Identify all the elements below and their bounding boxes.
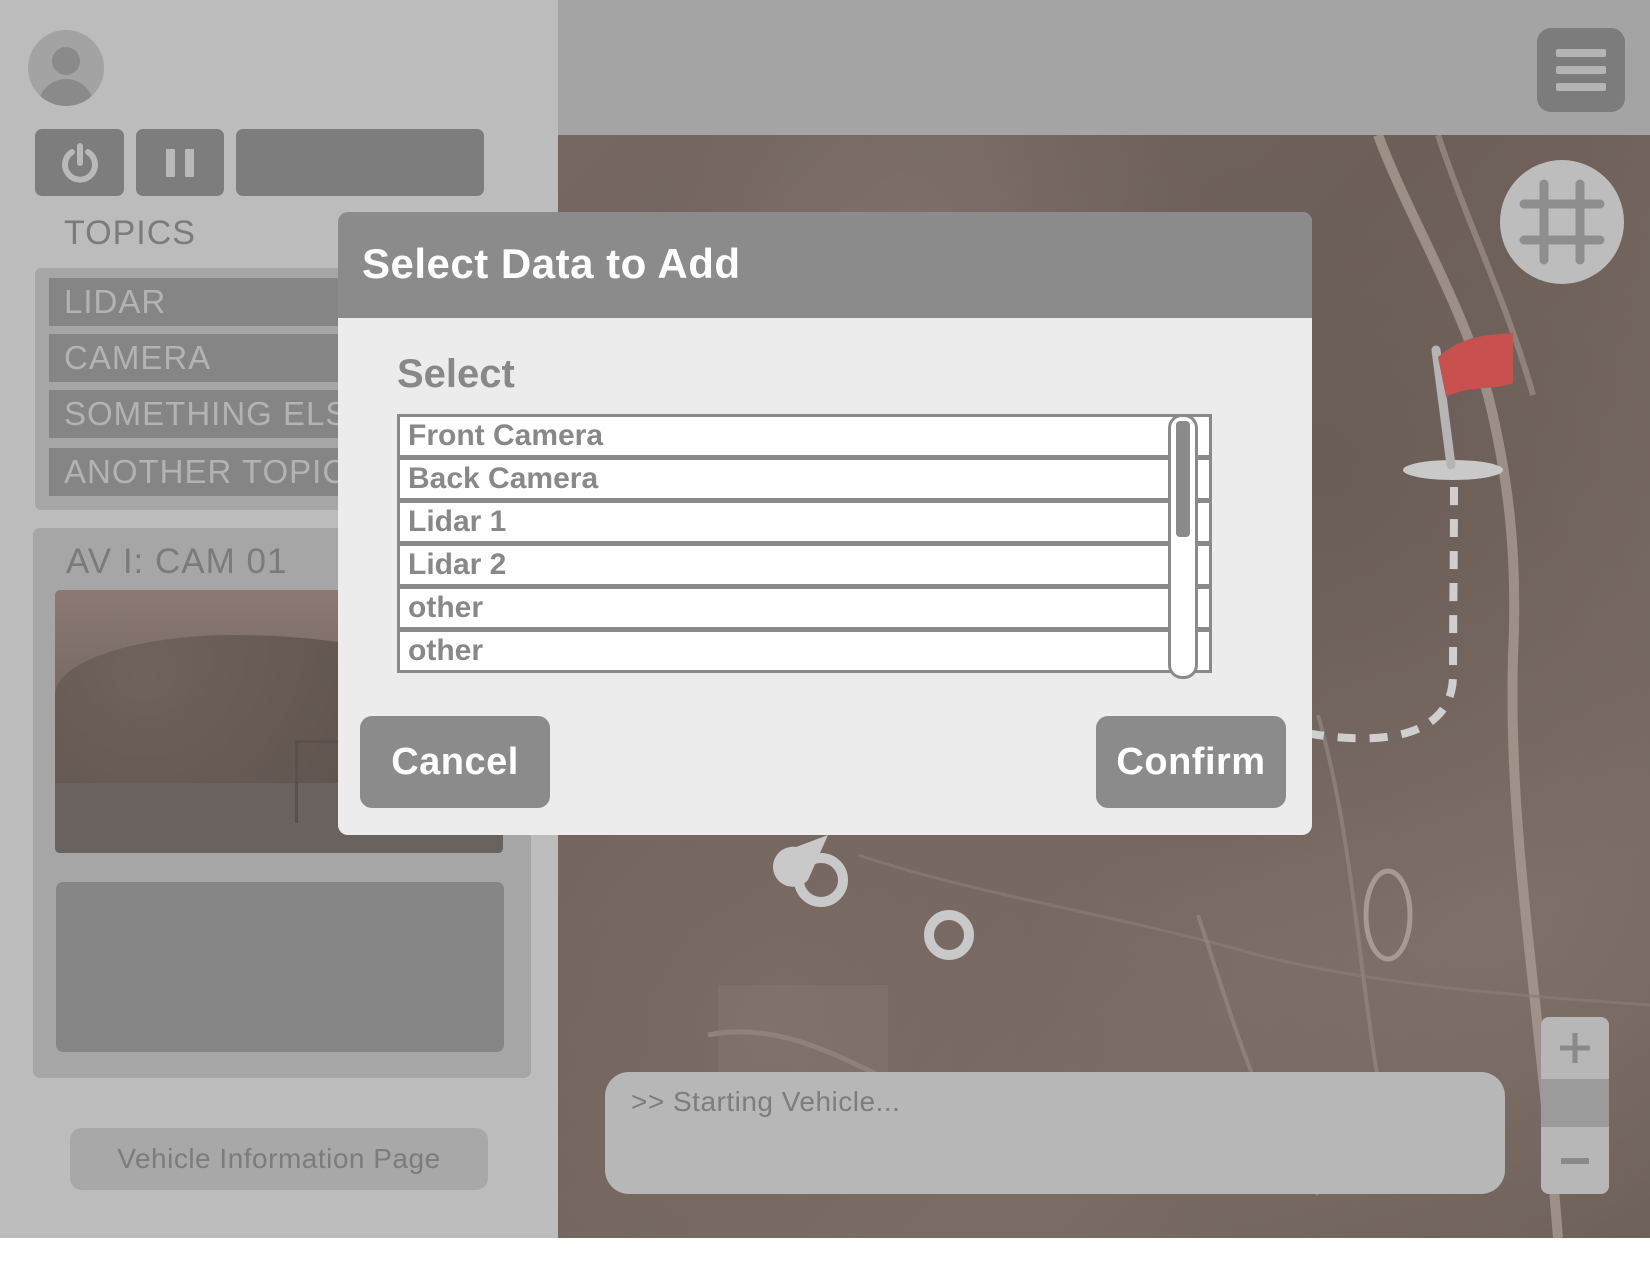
console-log-panel: >> Starting Vehicle... (605, 1072, 1505, 1194)
pause-icon (161, 148, 199, 177)
hamburger-menu-icon (1556, 49, 1606, 91)
dialog-header: Select Data to Add (338, 212, 1312, 318)
option-lidar-2[interactable]: Lidar 2 (397, 543, 1212, 587)
grid-toggle-button[interactable] (1500, 160, 1624, 284)
blank-control-button[interactable] (236, 129, 484, 196)
topic-item-something-else[interactable]: SOMETHING ELSE (49, 390, 365, 438)
plus-icon (1560, 1033, 1590, 1063)
user-avatar[interactable] (28, 30, 104, 106)
avatar-body-shape (38, 79, 94, 106)
topic-item-lidar[interactable]: LIDAR (49, 278, 365, 326)
power-button[interactable] (35, 129, 124, 196)
zoom-in-button[interactable] (1541, 1017, 1609, 1079)
data-select-listbox[interactable]: Front Camera Back Camera Lidar 1 Lidar 2… (397, 414, 1212, 678)
scrollbar-thumb[interactable] (1176, 421, 1190, 537)
waypoint-marker-icon (924, 910, 974, 960)
topic-item-camera[interactable]: CAMERA (49, 334, 365, 382)
option-other[interactable]: other (397, 586, 1212, 630)
dialog-title: Select Data to Add (362, 240, 741, 287)
zoom-control (1541, 1017, 1609, 1194)
confirm-button[interactable]: Confirm (1096, 716, 1286, 808)
listbox-scrollbar[interactable] (1168, 414, 1198, 679)
option-front-camera[interactable]: Front Camera (397, 414, 1212, 458)
camera-feed-title: AV I: CAM 01 (66, 542, 288, 581)
zoom-slider-track[interactable] (1541, 1079, 1609, 1127)
topics-list: LIDAR CAMERA SOMETHING ELSE ANOTHER TOPI… (35, 268, 365, 510)
avatar-head-shape (52, 47, 80, 75)
option-lidar-1[interactable]: Lidar 1 (397, 500, 1212, 544)
cancel-button[interactable]: Cancel (360, 716, 550, 808)
vehicle-information-page-button[interactable]: Vehicle Information Page (70, 1128, 488, 1190)
camera-info-box (56, 882, 504, 1052)
menu-button[interactable] (1537, 28, 1625, 112)
option-back-camera[interactable]: Back Camera (397, 457, 1212, 501)
top-bar (558, 0, 1650, 135)
select-data-dialog: Select Data to Add Select Front Camera B… (338, 212, 1312, 835)
select-label: Select (397, 352, 515, 396)
topic-item-another-topic[interactable]: ANOTHER TOPIC (49, 448, 365, 496)
option-other[interactable]: other (397, 629, 1212, 673)
minus-icon (1561, 1157, 1589, 1164)
pause-button[interactable] (136, 129, 224, 196)
topics-heading: TOPICS (64, 214, 196, 252)
grid-icon (1519, 179, 1605, 265)
flag-icon (1438, 333, 1513, 397)
console-log-text: >> Starting Vehicle... (631, 1086, 901, 1117)
power-icon (61, 142, 98, 183)
zoom-out-button[interactable] (1541, 1127, 1609, 1194)
